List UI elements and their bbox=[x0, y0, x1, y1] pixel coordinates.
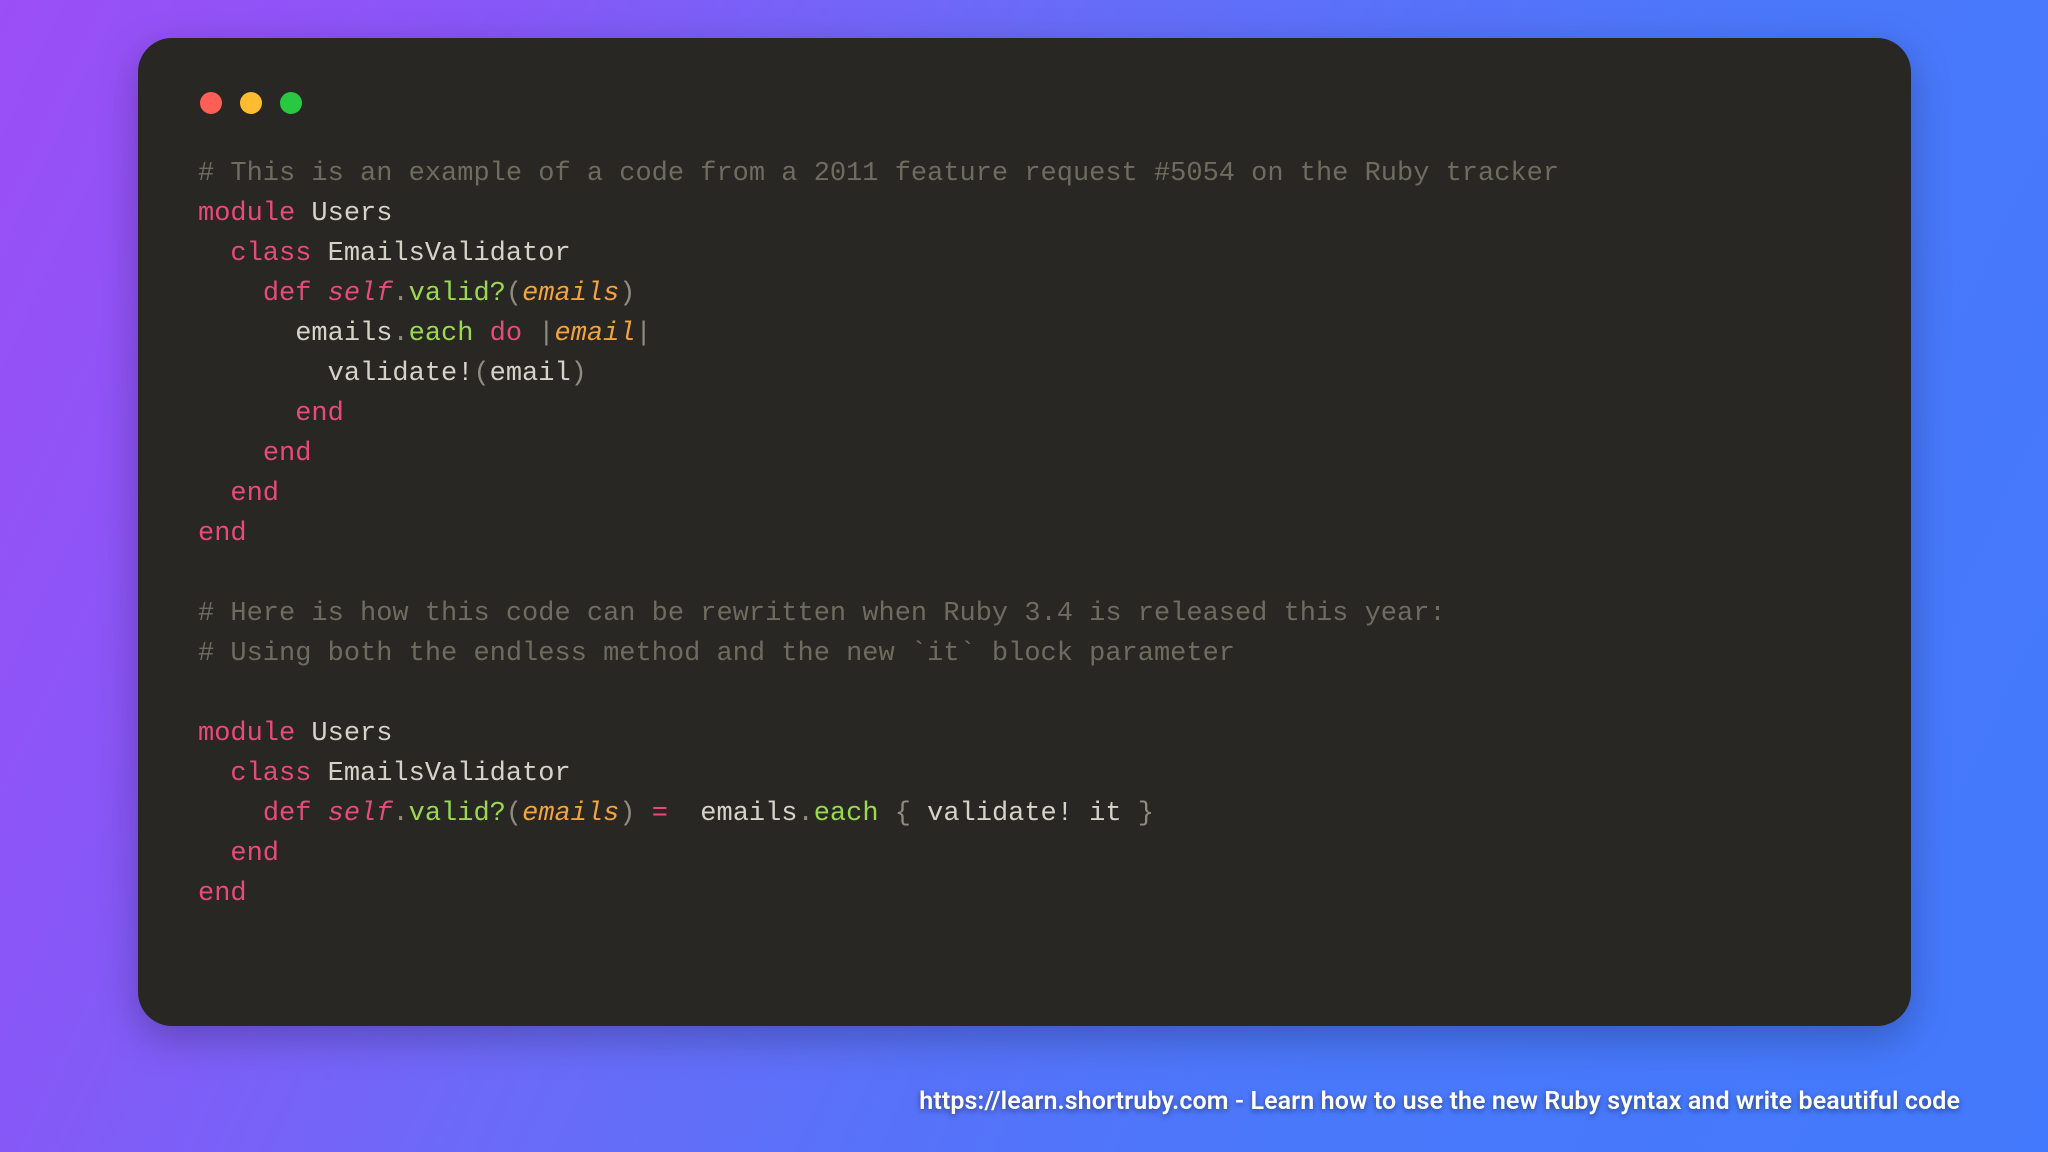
param-emails: emails bbox=[522, 799, 619, 829]
code-window: # This is an example of a code from a 20… bbox=[138, 38, 1911, 1026]
ident-emails: emails bbox=[700, 799, 797, 829]
punc-lparen: ( bbox=[506, 799, 522, 829]
kw-self: self bbox=[328, 799, 393, 829]
kw-end: end bbox=[230, 479, 279, 509]
code-comment: # Using both the endless method and the … bbox=[198, 639, 1235, 669]
method-valid: valid? bbox=[409, 799, 506, 829]
punc-dot: . bbox=[798, 799, 814, 829]
punc-dot: . bbox=[392, 799, 408, 829]
method-each: each bbox=[409, 319, 474, 349]
kw-end: end bbox=[263, 439, 312, 469]
kw-end: end bbox=[295, 399, 344, 429]
param-email: email bbox=[554, 319, 635, 349]
punc-rparen: ) bbox=[619, 279, 635, 309]
kw-it: it bbox=[1089, 799, 1121, 829]
zoom-icon[interactable] bbox=[280, 92, 302, 114]
traffic-lights bbox=[200, 92, 1851, 114]
punc-lparen: ( bbox=[473, 359, 489, 389]
kw-module: module bbox=[198, 719, 295, 749]
code-comment: # Here is how this code can be rewritten… bbox=[198, 599, 1446, 629]
punc-eq: = bbox=[652, 799, 668, 829]
kw-do: do bbox=[490, 319, 522, 349]
code-comment: # This is an example of a code from a 20… bbox=[198, 159, 1559, 189]
const-emailsvalidator: EmailsValidator bbox=[328, 239, 571, 269]
kw-self: self bbox=[328, 279, 393, 309]
footer-caption: https://learn.shortruby.com - Learn how … bbox=[919, 1087, 1960, 1116]
punc-pipe: | bbox=[635, 319, 651, 349]
const-users: Users bbox=[311, 199, 392, 229]
call-validate: validate! bbox=[927, 799, 1073, 829]
punc-dot: . bbox=[392, 319, 408, 349]
code-block: # This is an example of a code from a 20… bbox=[198, 154, 1851, 914]
kw-class: class bbox=[230, 759, 311, 789]
kw-def: def bbox=[263, 279, 312, 309]
kw-module: module bbox=[198, 199, 295, 229]
minimize-icon[interactable] bbox=[240, 92, 262, 114]
punc-lparen: ( bbox=[506, 279, 522, 309]
punc-lbrace: { bbox=[895, 799, 911, 829]
arg-email: email bbox=[490, 359, 571, 389]
kw-end: end bbox=[198, 879, 247, 909]
param-emails: emails bbox=[522, 279, 619, 309]
punc-rparen: ) bbox=[619, 799, 635, 829]
kw-end: end bbox=[230, 839, 279, 869]
punc-dot: . bbox=[392, 279, 408, 309]
ident-emails: emails bbox=[295, 319, 392, 349]
kw-class: class bbox=[230, 239, 311, 269]
kw-end: end bbox=[198, 519, 247, 549]
punc-pipe: | bbox=[538, 319, 554, 349]
const-emailsvalidator: EmailsValidator bbox=[328, 759, 571, 789]
punc-rparen: ) bbox=[571, 359, 587, 389]
method-each: each bbox=[814, 799, 879, 829]
method-valid: valid? bbox=[409, 279, 506, 309]
call-validate: validate! bbox=[328, 359, 474, 389]
punc-rbrace: } bbox=[1138, 799, 1154, 829]
kw-def: def bbox=[263, 799, 312, 829]
close-icon[interactable] bbox=[200, 92, 222, 114]
const-users: Users bbox=[311, 719, 392, 749]
